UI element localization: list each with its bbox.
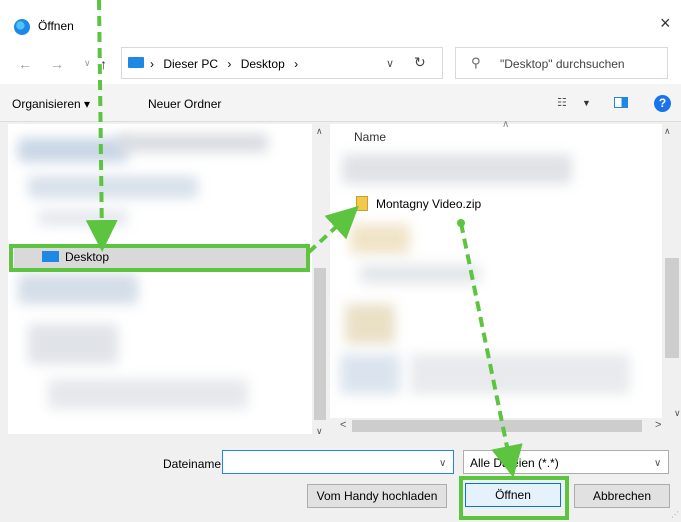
edge-icon [14,19,30,35]
scroll-left-icon[interactable]: < [340,419,346,431]
breadcrumb-sep-icon: › [150,57,154,71]
blurred-item [38,210,128,226]
scrollbar-thumb[interactable] [665,258,679,358]
breadcrumb: › Dieser PC › Desktop › [150,57,304,71]
open-button[interactable]: Öffnen [465,483,561,507]
desktop-folder-icon [42,251,59,262]
file-item-label[interactable]: Montagny Video.zip [376,197,481,211]
zip-file-icon [356,196,368,211]
up-button[interactable]: ↑ [100,56,107,72]
sort-ascending-icon: ∧ [502,119,510,130]
scroll-down-icon[interactable]: ∨ [316,426,323,437]
search-icon: ⚲ [471,55,481,70]
blurred-item [345,304,395,344]
scrollbar-thumb[interactable] [352,420,642,432]
blurred-item [28,176,198,198]
nav-item-desktop-label[interactable]: Desktop [65,250,109,264]
scroll-up-icon[interactable]: ∧ [664,126,671,137]
help-icon[interactable]: ? [654,95,671,112]
blurred-item [360,264,480,284]
blurred-item [18,274,138,304]
close-button[interactable]: × [660,13,671,34]
filename-dropdown-icon[interactable]: ∨ [439,458,446,469]
command-bar [0,84,681,122]
search-placeholder[interactable]: "Desktop" durchsuchen [500,57,625,71]
back-button[interactable]: ← [18,56,32,72]
breadcrumb-sep-icon[interactable]: › [294,57,298,71]
breadcrumb-item-dieser-pc[interactable]: Dieser PC [163,57,218,71]
column-header-name[interactable]: Name [354,130,386,144]
blurred-item [18,138,128,162]
scrollbar-thumb[interactable] [314,268,326,420]
view-options-icon[interactable]: ☷ [557,96,567,109]
blurred-item [48,379,248,409]
new-folder-button[interactable]: Neuer Ordner [148,97,221,111]
blurred-item [342,154,572,184]
preview-pane-icon[interactable] [614,97,628,108]
blurred-item [350,224,410,254]
blurred-item [410,354,630,394]
scroll-up-icon[interactable]: ∧ [316,126,323,137]
filename-input[interactable] [222,450,454,474]
title-bar [0,0,681,46]
refresh-button[interactable]: ↻ [414,54,426,71]
blurred-item [118,134,268,152]
navigation-pane[interactable] [8,124,312,434]
scroll-right-icon[interactable]: > [655,419,661,431]
blurred-item [340,354,400,394]
computer-icon [128,57,144,68]
resize-grip-icon[interactable]: ⋰ [671,510,679,519]
address-dropdown-icon[interactable]: ∨ [386,57,394,70]
forward-button[interactable]: → [50,56,64,72]
filetype-value[interactable]: Alle Dateien (*.*) [470,456,559,470]
filename-label: Dateiname: [163,457,225,471]
view-dropdown-icon[interactable]: ▼ [582,98,591,108]
blurred-item [28,324,118,364]
file-list[interactable] [330,124,662,418]
filetype-dropdown-icon[interactable]: ∨ [654,458,661,469]
breadcrumb-sep-icon[interactable]: › [227,57,231,71]
organize-button[interactable]: Organisieren ▾ [12,97,90,111]
breadcrumb-item-desktop[interactable]: Desktop [241,57,285,71]
recent-locations-button[interactable]: ∨ [84,58,91,69]
cancel-button[interactable]: Abbrechen [574,484,670,508]
upload-from-phone-button[interactable]: Vom Handy hochladen [307,484,447,508]
window-title: Öffnen [38,19,74,33]
